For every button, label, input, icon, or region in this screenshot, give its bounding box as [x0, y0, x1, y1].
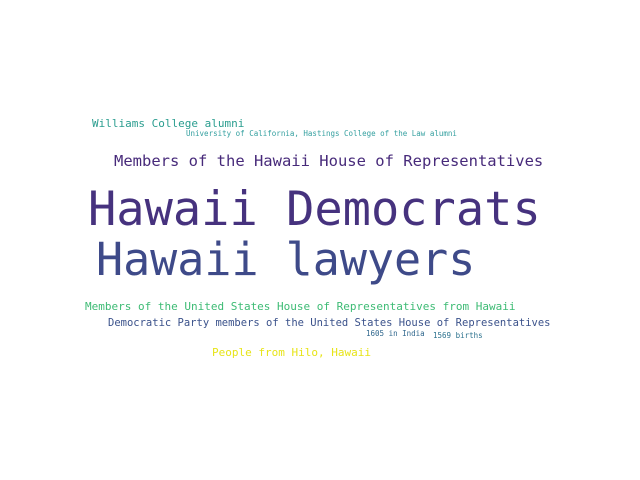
word-1605-in-india: 1605 in India [366, 329, 425, 338]
word-members-hawaii-house: Members of the Hawaii House of Represent… [114, 152, 544, 170]
word-hawaii-democrats: Hawaii Democrats [88, 182, 541, 237]
word-people-from-hilo: People from Hilo, Hawaii [212, 346, 371, 359]
word-democratic-party-members: Democratic Party members of the United S… [108, 317, 551, 329]
word-williams-college-alumni: Williams College alumni [92, 117, 245, 130]
word-1569-births: 1569 births [433, 331, 483, 340]
word-cloud: Williams College alumni University of Ca… [0, 0, 640, 480]
word-uc-hastings-alumni: University of California, Hastings Colle… [186, 129, 457, 138]
word-members-us-house-hawaii: Members of the United States House of Re… [85, 300, 516, 313]
word-hawaii-lawyers: Hawaii lawyers [96, 233, 476, 286]
